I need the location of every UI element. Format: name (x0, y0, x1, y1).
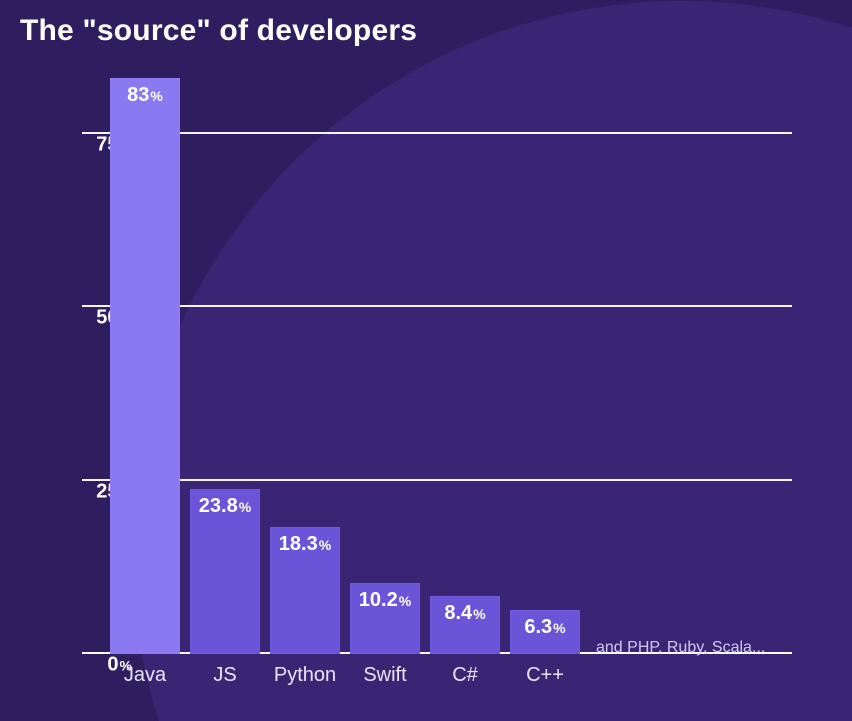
bar-value: 18.3 (279, 533, 318, 555)
bar-value: 23.8 (199, 495, 238, 517)
bar-value-label: 23.8% (190, 495, 260, 518)
bar-value: 8.4 (444, 602, 472, 624)
bar-value-label: 18.3% (270, 533, 340, 556)
bar-value: 6.3 (524, 616, 552, 638)
percent-suffix: % (239, 499, 251, 515)
bar-value-label: 83% (110, 84, 180, 107)
x-tick-label: Java (110, 664, 180, 687)
bar-value-label: 6.3% (510, 616, 580, 639)
bar-java: 83% (110, 78, 180, 654)
trailing-note: and PHP, Ruby, Scala... (596, 639, 765, 657)
percent-suffix: % (150, 88, 162, 104)
percent-suffix: % (473, 606, 485, 622)
bar-csharp: 8.4% (430, 596, 500, 654)
bar-chart: 0% 25% 50% 75% 83% 23.8% 18.3% (26, 78, 832, 698)
x-tick-label: Swift (350, 664, 420, 687)
x-tick-label: C++ (510, 664, 580, 687)
bar-value-label: 8.4% (430, 602, 500, 625)
bar-python: 18.3% (270, 527, 340, 654)
plot-area: 0% 25% 50% 75% 83% 23.8% 18.3% (82, 88, 832, 654)
bar-cpp: 6.3% (510, 610, 580, 654)
x-tick-label: Python (270, 664, 340, 687)
bar-value-label: 10.2% (350, 589, 420, 612)
bar-value: 83 (127, 84, 149, 106)
bar-swift: 10.2% (350, 583, 420, 654)
x-tick-label: JS (190, 664, 260, 687)
percent-suffix: % (319, 537, 331, 553)
x-tick-label: C# (430, 664, 500, 687)
bar-js: 23.8% (190, 489, 260, 654)
bar-value: 10.2 (359, 589, 398, 611)
chart-title: The "source" of developers (20, 14, 417, 48)
percent-suffix: % (399, 593, 411, 609)
percent-suffix: % (553, 620, 565, 636)
